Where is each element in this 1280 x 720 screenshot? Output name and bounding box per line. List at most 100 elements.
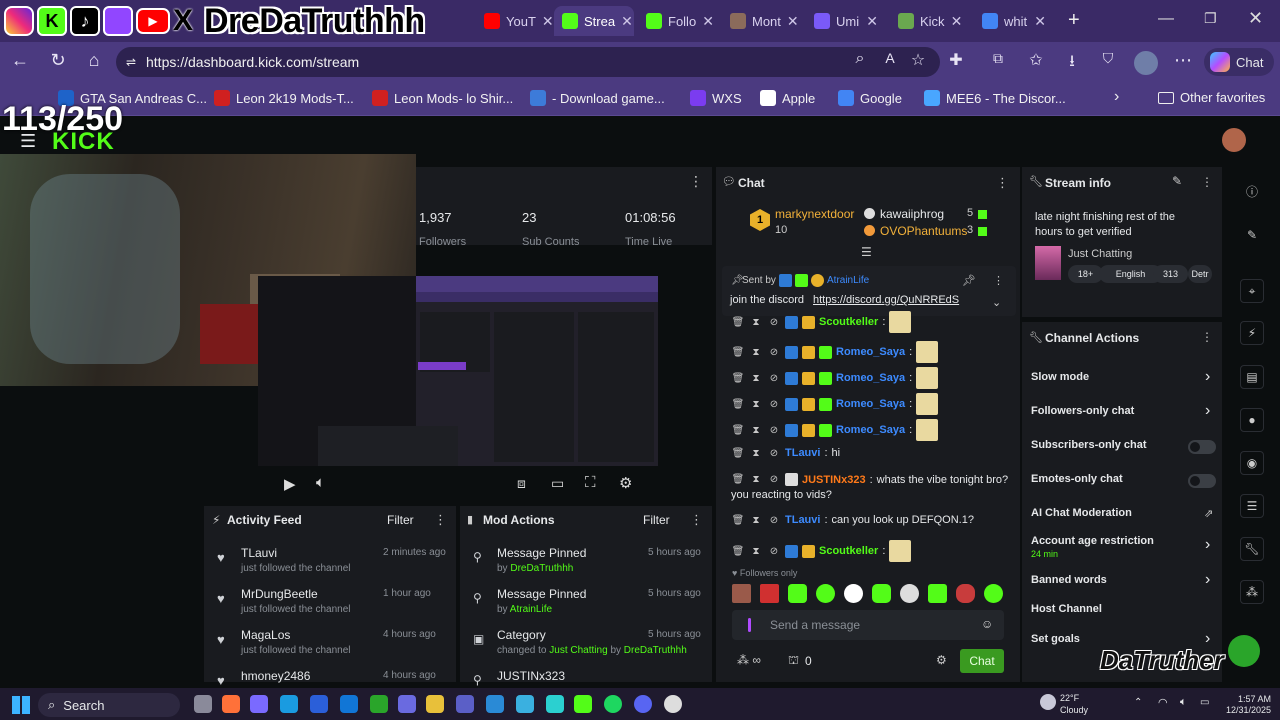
layout-icon[interactable]: ☰ — [1240, 494, 1264, 518]
close-window-button[interactable]: ✕ — [1248, 8, 1263, 29]
chat-settings-icon[interactable]: ⚙ — [936, 653, 947, 667]
delete-message-icon[interactable]: 🗑︎ — [731, 347, 745, 358]
emote[interactable] — [844, 584, 863, 603]
chevron-right-icon[interactable]: › — [1205, 571, 1210, 589]
word-icon[interactable] — [310, 695, 328, 713]
chat-username[interactable]: Scoutkeller — [819, 316, 878, 328]
play-icon[interactable]: ▶ — [284, 475, 296, 493]
channel-action-label[interactable]: Host Channel — [1031, 603, 1102, 615]
home-icon[interactable]: ⌂ — [82, 50, 106, 71]
emote[interactable] — [984, 584, 1003, 603]
media-icon[interactable] — [398, 695, 416, 713]
chevron-right-icon[interactable]: › — [1205, 536, 1210, 554]
channel-action-label[interactable]: Subscribers-only chat — [1031, 439, 1147, 451]
channel-action-label[interactable]: Set goals — [1031, 633, 1080, 645]
ban-icon[interactable]: ⊘ — [767, 399, 781, 410]
wrench-icon[interactable]: 🔧︎ — [1240, 537, 1264, 561]
mod-action-user[interactable]: DreDaTruthhh — [510, 563, 573, 574]
channel-actions-menu-icon[interactable]: ⋮ — [1201, 330, 1213, 344]
delete-message-icon[interactable]: 🗑︎ — [731, 399, 745, 410]
pinned-link[interactable]: https://discord.gg/QuNRREdS — [813, 294, 959, 306]
stream-tag[interactable]: 18+ — [1068, 265, 1103, 283]
kick-app-icon[interactable] — [574, 695, 592, 713]
start-windows-icon[interactable] — [12, 696, 30, 714]
timeout-hourglass-icon[interactable]: ⧗ — [749, 317, 763, 328]
browser-tab[interactable]: whit ✕ — [974, 6, 1054, 36]
shield-icon[interactable]: ⛉ — [1096, 50, 1120, 67]
pinned-menu-icon[interactable]: ⋮ — [993, 274, 1004, 287]
stats-menu-icon[interactable]: ⋮ — [689, 173, 703, 190]
theater-mode-icon[interactable]: ▭ — [551, 475, 564, 492]
volume-tray-icon[interactable]: 🔈︎ — [1180, 696, 1187, 709]
activity-filter-button[interactable]: Filter — [387, 513, 414, 527]
timeout-hourglass-icon[interactable]: ⧗ — [749, 546, 763, 557]
tab-close-icon[interactable]: ✕ — [621, 13, 633, 30]
back-icon[interactable]: ← — [8, 50, 32, 71]
stream-tag[interactable]: 313 — [1153, 265, 1188, 283]
chat-username[interactable]: Romeo_Saya — [836, 424, 905, 436]
edge-icon[interactable] — [280, 695, 298, 713]
ban-icon[interactable]: ⊘ — [767, 546, 781, 557]
pinned-collapse-chevron-icon[interactable]: ⌄ — [992, 296, 1001, 309]
channel-action-label[interactable]: Slow mode — [1031, 371, 1089, 383]
chat-username[interactable]: TLauvi — [785, 447, 820, 459]
bookmark-item[interactable]: - Download game... — [530, 90, 665, 106]
activity-user[interactable]: hmoney2486 — [241, 669, 310, 683]
chat-menu-icon[interactable]: ⋮ — [996, 175, 1009, 191]
task-view-icon[interactable] — [194, 695, 212, 713]
fullscreen-icon[interactable]: ⛶ — [585, 474, 596, 491]
timeout-hourglass-icon[interactable]: ⧗ — [749, 448, 763, 459]
category-name[interactable]: Just Chatting — [1068, 248, 1132, 260]
unpin-icon[interactable]: 📌︎ — [962, 274, 976, 287]
tray-chevron-icon[interactable]: ⌃ — [1134, 697, 1142, 708]
refresh-icon[interactable]: ↻ — [46, 50, 70, 71]
toggle-switch[interactable] — [1188, 474, 1216, 488]
emote[interactable] — [816, 584, 835, 603]
tab-close-icon[interactable]: ✕ — [787, 13, 799, 30]
volume-icon[interactable]: 🔈︎ — [316, 474, 325, 491]
mod-action-category[interactable]: Just Chatting — [549, 645, 607, 656]
browser-tab[interactable]: Mont ✕ — [722, 6, 802, 36]
more-menu-icon[interactable]: ⋯ — [1171, 50, 1195, 71]
stream-info-menu-icon[interactable]: ⋮ — [1201, 175, 1213, 189]
bookmark-item[interactable]: MEE6 - The Discor... — [924, 90, 1066, 106]
minimize-button[interactable]: — — [1158, 10, 1174, 28]
copilot-button[interactable]: Chat — [1204, 48, 1274, 76]
bookmark-item[interactable]: WXS — [690, 90, 742, 106]
outlook-icon[interactable] — [340, 695, 358, 713]
weather-temp[interactable]: 22°F — [1060, 693, 1079, 703]
tab-close-icon[interactable]: ✕ — [1034, 13, 1046, 30]
edit-pencil-icon[interactable]: ✎ — [1172, 174, 1182, 188]
toggle-switch[interactable] — [1188, 440, 1216, 454]
bookmark-item[interactable]: Google — [838, 90, 902, 106]
store-icon[interactable] — [486, 695, 504, 713]
broadcast-icon[interactable]: ◉ — [1240, 451, 1264, 475]
other-favorites[interactable]: Other favorites — [1158, 90, 1265, 105]
browser-tab[interactable]: Umi ✕ — [806, 6, 886, 36]
chat-username[interactable]: Romeo_Saya — [836, 398, 905, 410]
browser-tab[interactable]: Strea ✕ — [554, 6, 634, 36]
stream-preview[interactable] — [258, 276, 658, 466]
search-icon[interactable]: ⌕ — [848, 50, 872, 68]
wifi-icon[interactable]: ◠ — [1158, 696, 1168, 709]
lightning-icon[interactable]: ⚡ — [1240, 321, 1264, 345]
spotify-icon[interactable] — [604, 695, 622, 713]
tab-close-icon[interactable]: ✕ — [866, 13, 878, 30]
photos-icon[interactable] — [516, 695, 534, 713]
rail-green-button[interactable] — [1228, 635, 1260, 667]
address-field[interactable]: ⇌ https://dashboard.kick.com/stream — [116, 47, 940, 77]
favorite-star-icon[interactable]: ☆ — [906, 50, 930, 70]
mod-action-user[interactable]: AtrainLife — [510, 604, 552, 615]
downloads-icon[interactable]: ⭳ — [1060, 50, 1084, 77]
settings-gear-icon[interactable]: ⚙ — [619, 474, 632, 492]
tab-close-icon[interactable]: ✕ — [542, 13, 554, 30]
pencil-icon[interactable]: ✎ — [1240, 223, 1264, 247]
profile-avatar[interactable] — [1134, 51, 1158, 75]
gifter-name[interactable]: kawaiiphrog — [880, 207, 944, 221]
bookmark-item[interactable]: Apple — [760, 90, 815, 106]
timeout-hourglass-icon[interactable]: ⧗ — [749, 399, 763, 410]
favorites-icon[interactable]: ✩ — [1024, 50, 1048, 70]
scan-icon[interactable]: ⌖ — [1240, 279, 1264, 303]
split-screen-icon[interactable]: ⧉ — [986, 50, 1010, 67]
chevron-right-icon[interactable]: › — [1205, 368, 1210, 386]
